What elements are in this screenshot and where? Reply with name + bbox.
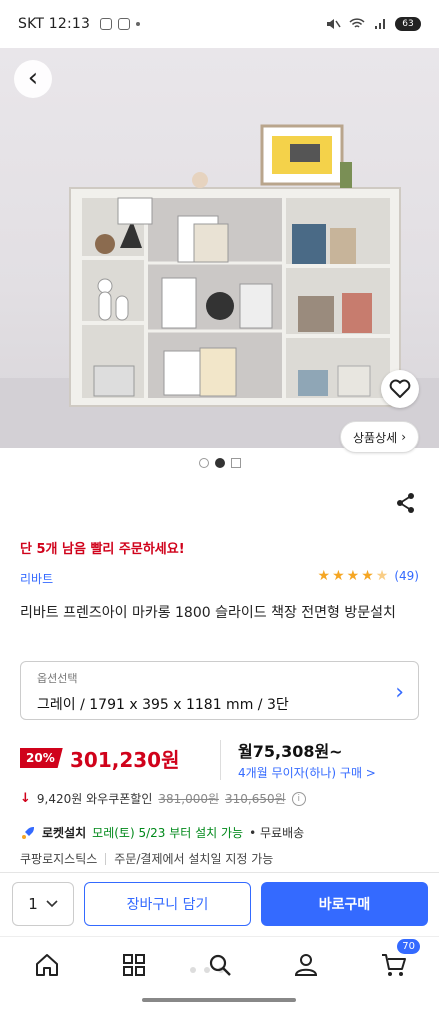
chevron-left-icon: ‹ [27,62,39,93]
home-icon[interactable] [33,951,61,979]
rating-count[interactable]: (49) [394,569,419,583]
wishlist-button[interactable] [381,370,419,408]
logistics-note: 주문/결제에서 설치일 지정 가능 [114,852,274,866]
divider [0,872,439,873]
chevron-right-icon: › [395,680,404,705]
search-icon[interactable] [206,951,234,979]
add-to-cart-button[interactable]: 장바구니 담기 [84,882,251,926]
notification-icon [100,18,113,30]
product-title: 리바트 프렌즈아이 마카롱 1800 슬라이드 책장 전면형 방문설치 [20,605,396,621]
arrow-down-icon: ↓ [20,791,31,806]
chevron-right-icon: › [401,430,406,444]
cart-nav[interactable]: 70 [380,939,420,979]
quantity-select[interactable]: 1 [12,882,74,926]
star-icon: ★ [317,568,331,584]
bottom-nav: 70 [0,936,439,992]
cart-icon [382,954,406,976]
more-dot-icon [136,22,141,26]
monthly-price: 월75,308원~ [238,742,343,761]
category-icon[interactable] [120,951,148,979]
bookshelf-illustration [0,124,439,448]
rocket-install-label: 로켓설치 [42,826,87,840]
divider [105,852,107,865]
share-icon[interactable] [395,492,417,514]
free-shipping: • 무료배송 [249,826,305,840]
logistics-row: 쿠팡로지스틱스 주문/결제에서 설치일 지정 가능 [20,850,273,867]
action-bar: 1 장바구니 담기 바로구매 [0,874,439,936]
gallery-grid-icon[interactable] [230,458,241,468]
original-price: 381,000원 [158,792,220,806]
discount-badge: 20% [20,748,63,768]
price-before-coupon: 310,650원 [225,792,286,806]
carousel-dot-active[interactable] [214,458,225,468]
stock-urgency-text: 단 5개 남음 빨리 주문하세요! [20,542,185,557]
notification-icon [118,18,131,30]
back-button[interactable]: ‹ [14,60,52,98]
cart-count-badge: 70 [397,939,420,954]
option-label: 옵션선택 [37,672,78,685]
info-icon[interactable]: i [291,791,306,806]
coupon-discount: 9,420원 와우쿠폰할인 [36,792,153,806]
page-dot [190,967,196,973]
product-detail-label: 상품상세 [353,430,398,445]
installment-link[interactable]: 4개월 무이자(하나) 구매 > [238,764,376,781]
buy-now-button[interactable]: 바로구매 [261,882,428,926]
star-icon: ★ [332,568,345,584]
status-bar: SKT 12:13 63 [0,0,439,48]
battery-icon: 63 [395,17,421,31]
sale-price: 301,230원 [70,748,180,772]
delivery-row: 로켓설치 모레(토) 5/23 부터 설치 가능 • 무료배송 [20,824,304,841]
carousel-dot[interactable] [198,458,209,468]
logistics-company: 쿠팡로지스틱스 [20,852,98,866]
half-star-icon: ★ [375,568,389,584]
divider [220,740,221,780]
status-time: SKT 12:13 [18,16,91,32]
product-image[interactable] [0,48,439,448]
star-icon: ★ [361,568,374,584]
wifi-icon [349,18,365,28]
rating[interactable]: ★ ★ ★ ★ ★ (49) [318,569,419,583]
option-select[interactable]: 옵션선택 그레이 / 1791 x 395 x 1181 mm / 3단 › [20,661,419,720]
chevron-down-icon [46,900,58,908]
heart-icon [389,379,411,398]
star-icon: ★ [346,568,360,584]
quantity-value: 1 [28,895,38,913]
user-icon[interactable] [292,951,320,979]
option-value: 그레이 / 1791 x 395 x 1181 mm / 3단 [37,697,289,713]
delivery-date: 모레(토) 5/23 부터 설치 가능 [92,826,244,840]
system-icons: 63 [325,17,421,31]
price-row: 20% 301,230원 월75,308원~ 4개월 무이자(하나) 구매 > [20,740,419,782]
home-indicator[interactable] [142,998,296,1002]
notification-icons [100,18,141,30]
mute-icon [327,19,341,29]
product-detail-button[interactable]: 상품상세 › [340,421,419,453]
coupon-row: ↓ 9,420원 와우쿠폰할인 381,000원 310,650원 i [20,790,306,807]
brand-link[interactable]: 리바트 [20,570,53,587]
rocket-icon [22,826,34,839]
signal-icon [375,19,385,29]
carousel-indicator [0,458,439,468]
